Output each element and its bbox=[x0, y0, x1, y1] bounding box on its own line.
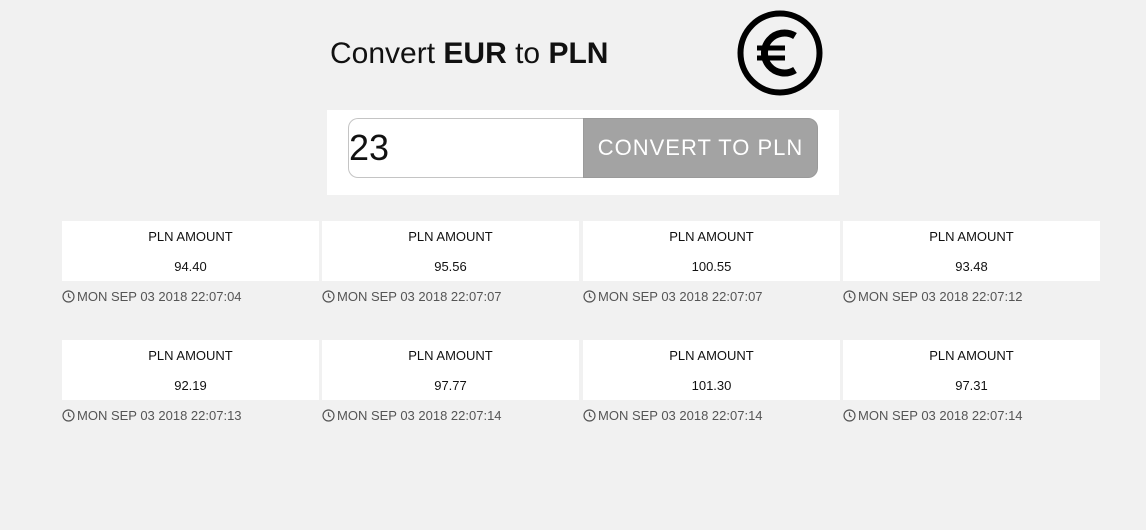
result-label: PLN AMOUNT bbox=[148, 229, 233, 244]
timestamp-text: MON SEP 03 2018 22:07:04 bbox=[77, 289, 242, 304]
result-card: PLN AMOUNT 92.19 bbox=[62, 340, 319, 400]
result-timestamp: MON SEP 03 2018 22:07:07 bbox=[322, 289, 579, 304]
timestamp-text: MON SEP 03 2018 22:07:14 bbox=[858, 408, 1023, 423]
result-label: PLN AMOUNT bbox=[148, 348, 233, 363]
result-value: 93.48 bbox=[955, 259, 988, 274]
result-card: PLN AMOUNT 93.48 bbox=[843, 221, 1100, 281]
result-item: PLN AMOUNT 93.48 MON SEP 03 2018 22:07:12 bbox=[843, 221, 1100, 304]
result-value: 92.19 bbox=[174, 378, 207, 393]
clock-icon bbox=[62, 290, 75, 303]
clock-icon bbox=[62, 409, 75, 422]
clock-icon bbox=[322, 409, 335, 422]
result-card: PLN AMOUNT 95.56 bbox=[322, 221, 579, 281]
clock-icon bbox=[583, 409, 596, 422]
result-item: PLN AMOUNT 92.19 MON SEP 03 2018 22:07:13 bbox=[62, 340, 319, 423]
result-item: PLN AMOUNT 94.40 MON SEP 03 2018 22:07:04 bbox=[62, 221, 319, 304]
timestamp-text: MON SEP 03 2018 22:07:13 bbox=[77, 408, 242, 423]
result-timestamp: MON SEP 03 2018 22:07:13 bbox=[62, 408, 319, 423]
result-label: PLN AMOUNT bbox=[669, 348, 754, 363]
timestamp-text: MON SEP 03 2018 22:07:14 bbox=[598, 408, 763, 423]
result-card: PLN AMOUNT 97.31 bbox=[843, 340, 1100, 400]
results-grid: PLN AMOUNT 94.40 MON SEP 03 2018 22:07:04 P… bbox=[0, 0, 1146, 530]
clock-icon bbox=[843, 409, 856, 422]
result-label: PLN AMOUNT bbox=[408, 348, 493, 363]
result-timestamp: MON SEP 03 2018 22:07:07 bbox=[583, 289, 840, 304]
result-item: PLN AMOUNT 95.56 MON SEP 03 2018 22:07:07 bbox=[322, 221, 579, 304]
result-label: PLN AMOUNT bbox=[929, 229, 1014, 244]
result-item: PLN AMOUNT 100.55 MON SEP 03 2018 22:07:07 bbox=[583, 221, 840, 304]
result-value: 97.31 bbox=[955, 378, 988, 393]
result-card: PLN AMOUNT 94.40 bbox=[62, 221, 319, 281]
result-value: 95.56 bbox=[434, 259, 467, 274]
result-value: 101.30 bbox=[691, 378, 732, 393]
result-card: PLN AMOUNT 100.55 bbox=[583, 221, 840, 281]
result-item: PLN AMOUNT 97.31 MON SEP 03 2018 22:07:14 bbox=[843, 340, 1100, 423]
result-value: 100.55 bbox=[691, 259, 732, 274]
result-item: PLN AMOUNT 97.77 MON SEP 03 2018 22:07:14 bbox=[322, 340, 579, 423]
result-card: PLN AMOUNT 97.77 bbox=[322, 340, 579, 400]
result-label: PLN AMOUNT bbox=[669, 229, 754, 244]
clock-icon bbox=[583, 290, 596, 303]
result-label: PLN AMOUNT bbox=[408, 229, 493, 244]
result-label: PLN AMOUNT bbox=[929, 348, 1014, 363]
clock-icon bbox=[843, 290, 856, 303]
result-timestamp: MON SEP 03 2018 22:07:14 bbox=[843, 408, 1100, 423]
timestamp-text: MON SEP 03 2018 22:07:07 bbox=[598, 289, 763, 304]
result-timestamp: MON SEP 03 2018 22:07:14 bbox=[322, 408, 579, 423]
result-timestamp: MON SEP 03 2018 22:07:04 bbox=[62, 289, 319, 304]
result-timestamp: MON SEP 03 2018 22:07:12 bbox=[843, 289, 1100, 304]
result-value: 94.40 bbox=[174, 259, 207, 274]
clock-icon bbox=[322, 290, 335, 303]
timestamp-text: MON SEP 03 2018 22:07:07 bbox=[337, 289, 502, 304]
result-card: PLN AMOUNT 101.30 bbox=[583, 340, 840, 400]
result-item: PLN AMOUNT 101.30 MON SEP 03 2018 22:07:14 bbox=[583, 340, 840, 423]
result-timestamp: MON SEP 03 2018 22:07:14 bbox=[583, 408, 840, 423]
timestamp-text: MON SEP 03 2018 22:07:14 bbox=[337, 408, 502, 423]
timestamp-text: MON SEP 03 2018 22:07:12 bbox=[858, 289, 1023, 304]
result-value: 97.77 bbox=[434, 378, 467, 393]
